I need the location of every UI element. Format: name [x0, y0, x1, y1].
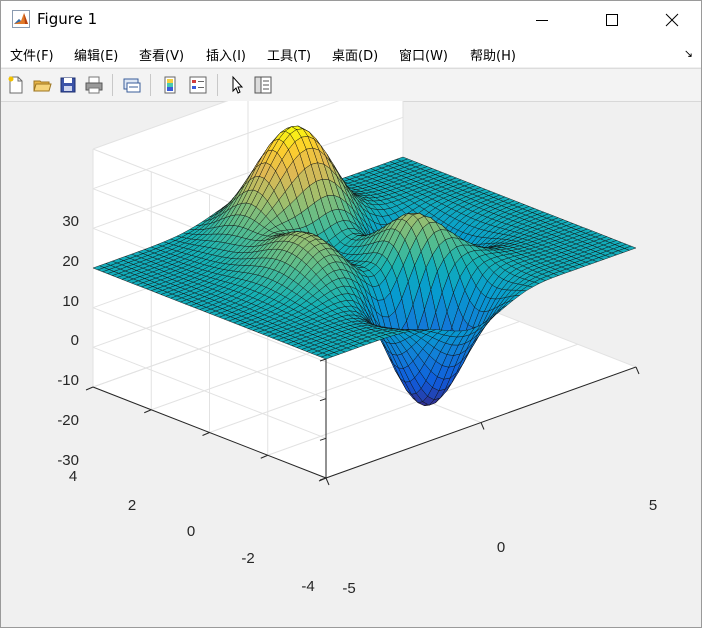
property-inspector-icon[interactable]: [253, 75, 273, 95]
save-icon[interactable]: [58, 75, 78, 95]
z-tick-label: -10: [57, 372, 79, 389]
y-tick-label: 4: [69, 468, 77, 485]
toolbar-separator: [217, 74, 218, 96]
plot-canvas[interactable]: 30 20 10 0 -10 -20 -30 4 2 0 -2 -4 -5 0 …: [1, 101, 701, 628]
maximize-icon: [606, 14, 618, 26]
figure-toolbar: [1, 68, 701, 102]
z-tick-label: -30: [57, 452, 79, 469]
tick-mark: [85, 386, 94, 391]
menu-help[interactable]: 帮助(H): [470, 45, 516, 64]
x-tick-label: -5: [342, 580, 355, 597]
minimize-icon: [536, 20, 548, 21]
y-tick-label: -2: [241, 550, 254, 567]
toolbar-separator: [150, 74, 151, 96]
legend-icon[interactable]: [188, 75, 208, 95]
print-icon[interactable]: [84, 75, 104, 95]
x-tick-label: 0: [497, 539, 505, 556]
new-figure-icon[interactable]: [6, 75, 26, 95]
menu-file[interactable]: 文件(F): [10, 45, 54, 64]
x-axis-ticks: -5 0 5: [342, 497, 657, 597]
z-axis-ticks: 30 20 10 0 -10 -20 -30: [57, 213, 79, 469]
close-button[interactable]: [649, 1, 695, 39]
link-plot-icon[interactable]: [122, 75, 142, 95]
menu-bar: 文件(F) 编辑(E) 查看(V) 插入(I) 工具(T) 桌面(D) 窗口(W…: [1, 39, 701, 67]
z-tick-label: -20: [57, 412, 79, 429]
x-tick-label: 5: [649, 497, 657, 514]
z-tick-label: 10: [62, 293, 79, 310]
y-tick-label: 2: [128, 497, 136, 514]
window-title: Figure 1: [37, 10, 98, 28]
tick-mark: [325, 477, 330, 486]
z-tick-label: 20: [62, 253, 79, 270]
pointer-icon[interactable]: [227, 75, 247, 95]
minimize-button[interactable]: [519, 1, 565, 39]
y-tick-label: -4: [301, 578, 314, 595]
figure-window: Figure 1 文件(F) 编辑(E) 查看(V) 插入(I) 工具(T) 桌…: [0, 0, 702, 628]
toolbar-separator: [112, 74, 113, 96]
colorbar-icon[interactable]: [160, 75, 180, 95]
tick-mark: [635, 366, 640, 375]
menu-desktop[interactable]: 桌面(D): [332, 45, 378, 64]
menu-view[interactable]: 查看(V): [139, 45, 184, 64]
menu-insert[interactable]: 插入(I): [206, 45, 246, 64]
close-icon: [665, 13, 679, 27]
dock-arrow-icon[interactable]: ↘: [684, 47, 693, 60]
title-bar[interactable]: Figure 1: [1, 1, 701, 39]
y-tick-label: 0: [187, 523, 195, 540]
maximize-button[interactable]: [589, 1, 635, 39]
z-tick-label: 30: [62, 213, 79, 230]
menu-edit[interactable]: 编辑(E): [74, 45, 118, 64]
matlab-logo-icon: [12, 10, 30, 28]
tick-mark: [260, 454, 268, 459]
tick-mark: [480, 422, 485, 430]
y-axis-ticks: 4 2 0 -2 -4: [69, 468, 315, 595]
menu-tools[interactable]: 工具(T): [267, 45, 311, 64]
z-tick-label: 0: [71, 332, 79, 349]
tick-mark: [202, 432, 210, 436]
open-file-icon[interactable]: [32, 75, 52, 95]
tick-mark: [144, 409, 152, 414]
menu-window[interactable]: 窗口(W): [399, 45, 448, 64]
